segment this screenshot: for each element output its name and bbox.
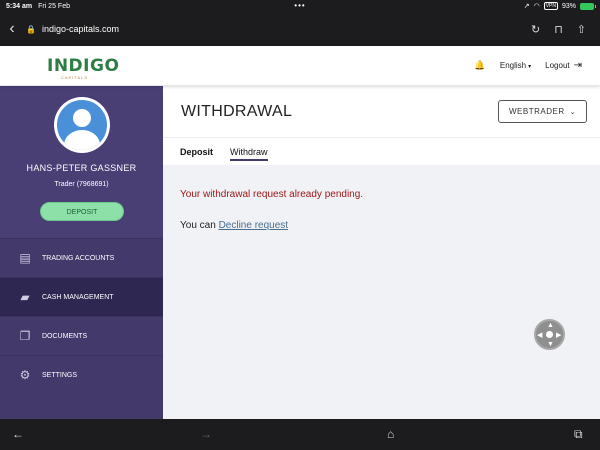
document-icon: ▤ (19, 251, 31, 265)
logo-text: INDIGO (47, 56, 120, 76)
lock-icon: 🔒 (26, 24, 36, 34)
status-date: Fri 25 Feb (38, 2, 70, 10)
browser-tools: ↻ ⊓ ⇧ (531, 23, 600, 36)
tab-bar: Deposit Withdraw (163, 137, 600, 165)
sidebar-item-trading-accounts[interactable]: ▤ TRADING ACCOUNTS (0, 238, 163, 277)
sidebar-item-cash-management[interactable]: ▰ CASH MANAGEMENT (0, 277, 163, 316)
wifi-icon: ◠ (533, 3, 540, 10)
back-arrow-icon[interactable]: ← (12, 427, 24, 441)
sidebar-item-label: CASH MANAGEMENT (42, 293, 114, 301)
pending-message: Your withdrawal request already pending. (180, 189, 364, 200)
site-header: INDIGO CAPITALS 🔔 English ▾ Logout ⇥ (0, 46, 600, 86)
documents-icon: ❐ (19, 329, 31, 343)
vpn-badge: VPN (543, 2, 558, 10)
browser-toolbar: ‹ 🔒 indigo-capitals.com ↻ ⊓ ⇧ (0, 12, 600, 46)
tabs-icon[interactable]: ⧉ (574, 427, 583, 442)
battery-icon (580, 2, 596, 10)
user-role: Trader (7968691) (54, 181, 109, 188)
main-content: WITHDRAWAL WEBTRADER ⌄ Deposit Withdraw … (163, 86, 600, 419)
avatar (54, 97, 110, 153)
browser-bottom-bar: ← → ⌂ ⧉ (0, 419, 600, 450)
user-name: HANS-PETER GASSNER (26, 163, 137, 173)
assistive-touch-icon[interactable]: ▲ ▼ ◀ ▶ (534, 319, 565, 350)
tab-deposit[interactable]: Deposit (180, 147, 213, 157)
language-select[interactable]: English ▾ (500, 61, 531, 70)
home-icon[interactable]: ⌂ (387, 427, 394, 441)
chevron-down-icon: ▾ (528, 64, 532, 70)
logout-link[interactable]: Logout (545, 61, 569, 70)
sidebar-item-documents[interactable]: ❐ DOCUMENTS (0, 316, 163, 355)
sidebar: HANS-PETER GASSNER Trader (7968691) DEPO… (0, 86, 163, 419)
screen: 5:34 am Fri 25 Feb ••• ↗ ◠ VPN 93% ‹ 🔒 i… (0, 0, 600, 450)
reload-icon[interactable]: ↻ (531, 23, 540, 36)
title-bar: WITHDRAWAL WEBTRADER ⌄ (163, 86, 600, 137)
decline-request-link[interactable]: Decline request (219, 220, 288, 231)
page-title: WITHDRAWAL (181, 103, 293, 120)
url-text: indigo-capitals.com (41, 24, 120, 34)
gear-icon: ⚙ (19, 368, 31, 382)
battery-percent: 93% (561, 2, 576, 10)
sidebar-item-settings[interactable]: ⚙ SETTINGS (0, 355, 163, 394)
webtrader-dropdown[interactable]: WEBTRADER ⌄ (498, 100, 587, 123)
indigo-logo[interactable]: INDIGO CAPITALS (47, 56, 120, 80)
browser-back-icon[interactable]: ‹ (0, 20, 24, 38)
status-time: 5:34 am (6, 2, 33, 10)
header-actions: 🔔 English ▾ Logout ⇥ (474, 60, 582, 71)
profile-panel: HANS-PETER GASSNER Trader (7968691) DEPO… (0, 86, 163, 238)
logo-subtext: CAPITALS (61, 75, 89, 80)
sidebar-item-label: TRADING ACCOUNTS (42, 254, 115, 262)
language-label: English (499, 61, 527, 70)
you-can-text: You can (180, 220, 219, 231)
bookmark-icon[interactable]: ⊓ (554, 23, 563, 36)
deposit-button[interactable]: DEPOSIT (40, 202, 124, 221)
signal-icon: ↗ (523, 3, 530, 10)
status-right: ↗ ◠ VPN 93% (523, 2, 596, 10)
sidebar-item-label: DOCUMENTS (42, 332, 88, 340)
chevron-down-icon: ⌄ (569, 108, 576, 116)
wallet-icon: ▰ (20, 290, 30, 304)
forward-arrow-icon[interactable]: → (200, 427, 212, 441)
user-avatar-icon (57, 100, 107, 150)
decline-prompt: You can Decline request (180, 220, 288, 231)
share-icon[interactable]: ⇧ (577, 23, 586, 36)
status-bar: 5:34 am Fri 25 Feb ••• ↗ ◠ VPN 93% (0, 0, 600, 12)
tab-withdraw[interactable]: Withdraw (230, 147, 268, 161)
bell-icon[interactable]: 🔔 (474, 60, 486, 71)
address-bar[interactable]: 🔒 indigo-capitals.com (26, 17, 506, 41)
logout-icon[interactable]: ⇥ (574, 60, 582, 71)
webtrader-label: WEBTRADER (509, 107, 565, 116)
multitasking-dots-icon[interactable]: ••• (294, 2, 305, 10)
sidebar-item-label: SETTINGS (42, 371, 78, 379)
